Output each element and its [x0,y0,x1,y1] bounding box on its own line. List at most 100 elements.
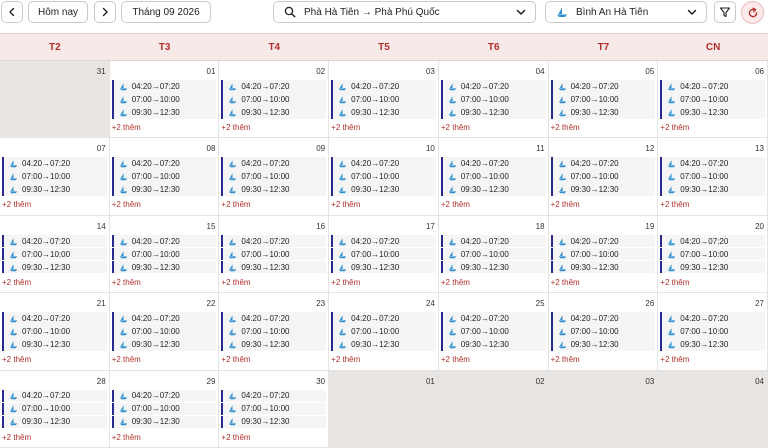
trip-event[interactable]: 09:30→12:30 [111,415,217,429]
trip-event[interactable]: 07:00→10:00 [331,247,436,261]
more-trips-link[interactable]: +2 thêm [2,355,31,364]
trip-event[interactable]: 04:20→07:20 [660,80,765,93]
more-trips-link[interactable]: +2 thêm [221,355,250,364]
trip-event[interactable]: 09:30→12:30 [440,338,546,351]
day-cell[interactable]: 01 04:20→07:20 07:00→10:00 09:30→12:30 +2 th… [109,61,220,139]
trip-event[interactable]: 07:00→10:00 [550,170,656,183]
day-cell[interactable]: 27 04:20→07:20 07:00→10:00 09:30→12:30 +2 th… [658,293,768,371]
trip-event[interactable]: 09:30→12:30 [440,183,546,196]
trip-event[interactable]: 09:30→12:30 [550,260,656,274]
route-select[interactable]: Phà Hà Tiên → Phà Phú Quốc [273,1,536,23]
trip-event[interactable]: 04:20→07:20 [111,312,217,325]
more-trips-link[interactable]: +2 thêm [2,278,31,287]
today-button[interactable]: Hôm nay [28,1,88,23]
day-cell[interactable]: 25 04:20→07:20 07:00→10:00 09:30→12:30 +2 th… [438,293,549,371]
day-cell[interactable]: 28 04:20→07:20 07:00→10:00 09:30→12:30 +2 th… [0,370,110,448]
trip-event[interactable]: 09:30→12:30 [221,260,327,274]
trip-event[interactable]: 04:20→07:20 [440,80,546,93]
trip-event[interactable]: 07:00→10:00 [111,247,217,261]
trip-event[interactable]: 04:20→07:20 [2,389,107,403]
trip-event[interactable]: 04:20→07:20 [550,234,656,248]
more-trips-link[interactable]: +2 thêm [112,433,141,442]
trip-event[interactable]: 09:30→12:30 [111,338,217,351]
trip-event[interactable]: 07:00→10:00 [440,93,546,106]
day-cell[interactable]: 16 04:20→07:20 07:00→10:00 09:30→12:30 +2 th… [219,215,330,294]
trip-event[interactable]: 04:20→07:20 [2,312,107,325]
trip-event[interactable]: 07:00→10:00 [660,325,765,338]
trip-event[interactable]: 09:30→12:30 [331,106,436,119]
trip-event[interactable]: 04:20→07:20 [111,80,217,93]
day-cell[interactable]: 26 04:20→07:20 07:00→10:00 09:30→12:30 +2 th… [548,293,659,371]
day-cell[interactable]: 15 04:20→07:20 07:00→10:00 09:30→12:30 +2 th… [109,215,220,294]
day-cell[interactable]: 05 04:20→07:20 07:00→10:00 09:30→12:30 +2 th… [548,61,659,139]
trip-event[interactable]: 04:20→07:20 [111,234,217,248]
next-month-button[interactable] [94,1,116,23]
day-cell[interactable]: 24 04:20→07:20 07:00→10:00 09:30→12:30 +2 th… [329,293,439,371]
operator-select[interactable]: Bình An Hà Tiên [545,1,707,23]
trip-event[interactable]: 09:30→12:30 [221,338,327,351]
prev-month-button[interactable] [1,1,23,23]
trip-event[interactable]: 04:20→07:20 [221,80,327,93]
trip-event[interactable]: 04:20→07:20 [221,157,327,170]
trip-event[interactable]: 07:00→10:00 [2,325,107,338]
trip-event[interactable]: 07:00→10:00 [2,402,107,416]
more-trips-link[interactable]: +2 thêm [112,278,141,287]
trip-event[interactable]: 09:30→12:30 [440,106,546,119]
day-cell[interactable]: 31 [0,61,110,139]
day-cell[interactable]: 07 04:20→07:20 07:00→10:00 09:30→12:30 +2 th… [0,138,110,216]
trip-event[interactable]: 04:20→07:20 [331,312,436,325]
more-trips-link[interactable]: +2 thêm [2,433,31,442]
more-trips-link[interactable]: +2 thêm [221,200,250,209]
trip-event[interactable]: 07:00→10:00 [331,170,436,183]
day-cell[interactable]: 14 04:20→07:20 07:00→10:00 09:30→12:30 +2 th… [0,215,110,294]
trip-event[interactable]: 07:00→10:00 [440,325,546,338]
day-cell[interactable]: 09 04:20→07:20 07:00→10:00 09:30→12:30 +2 th… [219,138,330,216]
trip-event[interactable]: 07:00→10:00 [111,170,217,183]
more-trips-link[interactable]: +2 thêm [2,200,31,209]
day-cell[interactable]: 08 04:20→07:20 07:00→10:00 09:30→12:30 +2 th… [109,138,220,216]
trip-event[interactable]: 09:30→12:30 [111,260,217,274]
trip-event[interactable]: 07:00→10:00 [660,247,765,261]
trip-event[interactable]: 07:00→10:00 [440,247,546,261]
trip-event[interactable]: 09:30→12:30 [2,260,107,274]
trip-event[interactable]: 04:20→07:20 [111,157,217,170]
trip-event[interactable]: 09:30→12:30 [660,338,765,351]
trip-event[interactable]: 09:30→12:30 [550,106,656,119]
trip-event[interactable]: 09:30→12:30 [221,183,327,196]
more-trips-link[interactable]: +2 thêm [551,355,580,364]
day-cell[interactable]: 01 [329,370,439,448]
trip-event[interactable]: 09:30→12:30 [660,260,765,274]
more-trips-link[interactable]: +2 thêm [441,123,470,132]
trip-event[interactable]: 07:00→10:00 [221,325,327,338]
trip-event[interactable]: 07:00→10:00 [440,170,546,183]
trip-event[interactable]: 04:20→07:20 [660,157,765,170]
day-cell[interactable]: 04 04:20→07:20 07:00→10:00 09:30→12:30 +2 th… [438,61,549,139]
more-trips-link[interactable]: +2 thêm [331,278,360,287]
trip-event[interactable]: 09:30→12:30 [331,338,436,351]
more-trips-link[interactable]: +2 thêm [551,123,580,132]
more-trips-link[interactable]: +2 thêm [221,123,250,132]
trip-event[interactable]: 07:00→10:00 [2,247,107,261]
refresh-button[interactable] [741,1,764,24]
more-trips-link[interactable]: +2 thêm [331,355,360,364]
trip-event[interactable]: 07:00→10:00 [331,325,436,338]
day-cell[interactable]: 06 04:20→07:20 07:00→10:00 09:30→12:30 +2 th… [658,61,768,139]
trip-event[interactable]: 09:30→12:30 [2,183,107,196]
day-cell[interactable]: 20 04:20→07:20 07:00→10:00 09:30→12:30 +2 th… [658,215,768,294]
trip-event[interactable]: 04:20→07:20 [550,157,656,170]
more-trips-link[interactable]: +2 thêm [441,278,470,287]
trip-event[interactable]: 09:30→12:30 [331,260,436,274]
trip-event[interactable]: 07:00→10:00 [660,93,765,106]
day-cell[interactable]: 29 04:20→07:20 07:00→10:00 09:30→12:30 +2 th… [109,370,220,448]
day-cell[interactable]: 02 04:20→07:20 07:00→10:00 09:30→12:30 +2 th… [219,61,330,139]
day-cell[interactable]: 17 04:20→07:20 07:00→10:00 09:30→12:30 +2 th… [329,215,439,294]
trip-event[interactable]: 07:00→10:00 [550,93,656,106]
more-trips-link[interactable]: +2 thêm [221,433,250,442]
day-cell[interactable]: 22 04:20→07:20 07:00→10:00 09:30→12:30 +2 th… [109,293,220,371]
more-trips-link[interactable]: +2 thêm [660,278,689,287]
trip-event[interactable]: 09:30→12:30 [221,106,327,119]
trip-event[interactable]: 04:20→07:20 [221,312,327,325]
month-picker-button[interactable]: Tháng 09 2026 [121,1,211,23]
trip-event[interactable]: 09:30→12:30 [660,106,765,119]
trip-event[interactable]: 09:30→12:30 [111,183,217,196]
